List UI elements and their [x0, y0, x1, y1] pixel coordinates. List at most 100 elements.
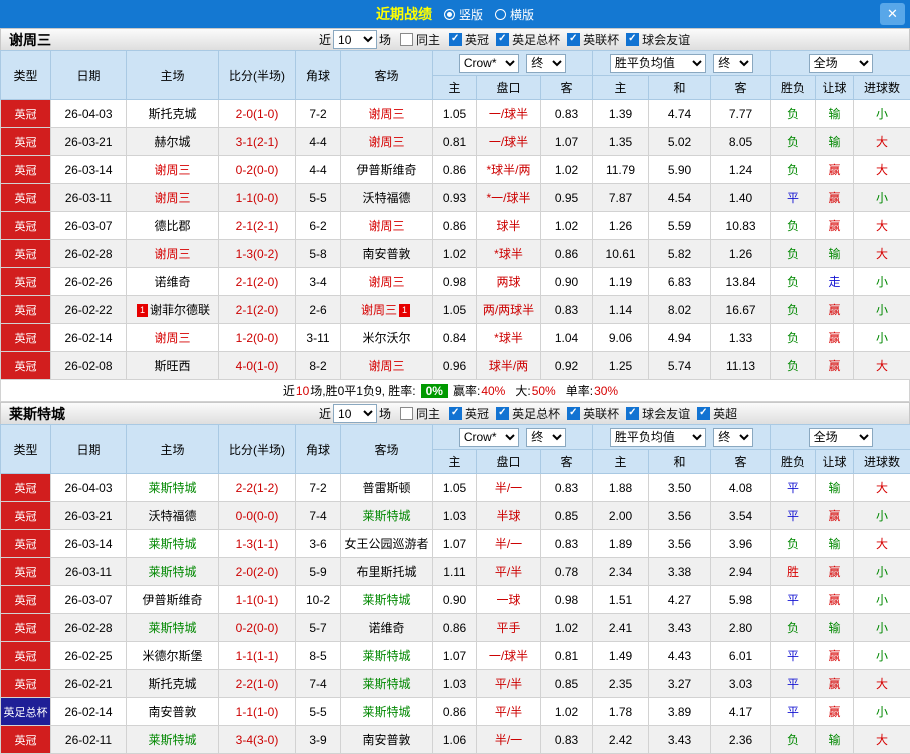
league-filter-英冠[interactable]: 英冠 — [449, 405, 489, 422]
col-type: 类型 — [1, 51, 51, 100]
league-checkbox[interactable] — [697, 407, 710, 420]
team-section: 谢周三 近 10 场 同主 英冠英足总杯英联杯球会友谊 — [0, 28, 910, 402]
league-filter-英足总杯[interactable]: 英足总杯 — [496, 31, 560, 48]
match-count-select[interactable]: 10 — [333, 30, 377, 49]
avg-home: 1.49 — [593, 642, 649, 670]
corner-score: 8-5 — [296, 642, 341, 670]
same-home-checkbox[interactable] — [400, 407, 413, 420]
away-team-name: 莱斯特城 — [362, 705, 410, 719]
home-team-name: 莱斯特城 — [148, 481, 196, 495]
match-row: 英冠26-03-21沃特福德0-0(0-0)7-4莱斯特城1.03半球0.852… — [1, 502, 910, 530]
bookmaker-select[interactable]: Crow* — [459, 428, 519, 447]
result-wdl: 负 — [771, 614, 816, 642]
league-checkbox[interactable] — [449, 33, 462, 46]
away-team-name: 普雷斯顿 — [362, 481, 410, 495]
league-checkbox[interactable] — [496, 33, 509, 46]
odds-away: 0.83 — [541, 296, 593, 324]
league-filter-英冠[interactable]: 英冠 — [449, 31, 489, 48]
avg-home: 11.79 — [593, 156, 649, 184]
match-type: 英冠 — [1, 614, 51, 642]
match-type: 英冠 — [1, 558, 51, 586]
avg-draw: 3.43 — [649, 614, 711, 642]
odds-away: 1.02 — [541, 212, 593, 240]
avg-away: 1.33 — [711, 324, 771, 352]
match-row: 英冠26-03-07伊普斯维奇1-1(0-1)10-2莱斯特城0.90一球0.9… — [1, 586, 910, 614]
match-score: 0-2(0-0) — [219, 614, 296, 642]
match-date: 26-02-08 — [51, 352, 127, 380]
league-filter-英超[interactable]: 英超 — [697, 405, 737, 422]
avg-draw: 5.90 — [649, 156, 711, 184]
league-checkbox[interactable] — [567, 33, 580, 46]
avg-home: 1.14 — [593, 296, 649, 324]
odds-final-select[interactable]: 终 — [526, 428, 566, 447]
home-team-name: 莱斯特城 — [148, 733, 196, 747]
same-home-filter[interactable]: 同主 — [400, 405, 440, 422]
match-date: 26-02-22 — [51, 296, 127, 324]
avg-final-select[interactable]: 终 — [713, 428, 753, 447]
avg-away: 1.24 — [711, 156, 771, 184]
result-wdl: 负 — [771, 324, 816, 352]
league-checkbox[interactable] — [496, 407, 509, 420]
avg-home: 1.88 — [593, 474, 649, 502]
match-date: 26-03-21 — [51, 128, 127, 156]
avg-type-select[interactable]: 胜平负均值 — [610, 428, 706, 447]
result-wdl: 负 — [771, 726, 816, 754]
result-goals: 大 — [854, 128, 910, 156]
home-team: 莱斯特城 — [127, 530, 219, 558]
away-team-name: 沃特福德 — [362, 191, 410, 205]
odds-away: 0.86 — [541, 240, 593, 268]
match-type: 英冠 — [1, 268, 51, 296]
col-result-handicap: 让球 — [816, 450, 854, 474]
odds-home: 1.06 — [433, 726, 477, 754]
odds-home: 1.07 — [433, 642, 477, 670]
odds-final-select[interactable]: 终 — [526, 54, 566, 73]
same-home-checkbox[interactable] — [400, 33, 413, 46]
league-checkbox[interactable] — [449, 407, 462, 420]
match-row: 英冠26-02-11莱斯特城3-4(3-0)3-9南安普敦1.06半/一0.83… — [1, 726, 910, 754]
match-type: 英冠 — [1, 212, 51, 240]
layout-option-horizontal[interactable]: 横版 — [495, 6, 534, 23]
league-checkbox[interactable] — [567, 407, 580, 420]
result-goals: 小 — [854, 324, 910, 352]
horizontal-label: 横版 — [510, 6, 534, 23]
bookmaker-select[interactable]: Crow* — [459, 54, 519, 73]
avg-draw: 3.38 — [649, 558, 711, 586]
avg-final-select[interactable]: 终 — [713, 54, 753, 73]
close-button[interactable]: ✕ — [880, 3, 905, 25]
away-team-name: 米尔沃尔 — [362, 331, 410, 345]
result-handicap: 赢 — [816, 502, 854, 530]
avg-home: 9.06 — [593, 324, 649, 352]
avg-draw: 4.27 — [649, 586, 711, 614]
avg-away: 1.40 — [711, 184, 771, 212]
league-filter-英联杯[interactable]: 英联杯 — [567, 31, 619, 48]
corner-score: 5-8 — [296, 240, 341, 268]
odds-handicap: 半/一 — [477, 726, 541, 754]
avg-home: 7.87 — [593, 184, 649, 212]
result-goals: 小 — [854, 558, 910, 586]
league-filter-球会友谊[interactable]: 球会友谊 — [626, 31, 690, 48]
match-score: 4-0(1-0) — [219, 352, 296, 380]
league-filter-英足总杯[interactable]: 英足总杯 — [496, 405, 560, 422]
summary-win-rate-badge: 0% — [421, 384, 448, 398]
odds-handicap: 两/两球半 — [477, 296, 541, 324]
odds-away: 0.98 — [541, 586, 593, 614]
league-checkbox[interactable] — [626, 33, 639, 46]
league-filter-英联杯[interactable]: 英联杯 — [567, 405, 619, 422]
layout-option-vertical[interactable]: 竖版 — [444, 6, 483, 23]
match-count-select[interactable]: 10 — [333, 404, 377, 423]
league-filter-球会友谊[interactable]: 球会友谊 — [626, 405, 690, 422]
league-checkbox[interactable] — [626, 407, 639, 420]
avg-type-select[interactable]: 胜平负均值 — [610, 54, 706, 73]
same-home-filter[interactable]: 同主 — [400, 31, 440, 48]
home-team: 莱斯特城 — [127, 558, 219, 586]
away-team-name: 谢周三 — [368, 135, 404, 149]
col-avg-home: 主 — [593, 76, 649, 100]
filter-bar: 近 10 场 同主 英冠英足总杯英联杯球会友谊英超 — [317, 404, 739, 423]
match-row: 英冠26-02-08斯旺西4-0(1-0)8-2谢周三0.96球半/两0.921… — [1, 352, 910, 380]
home-team-name: 莱斯特城 — [148, 537, 196, 551]
scope-select[interactable]: 全场 — [809, 428, 873, 447]
league-label: 球会友谊 — [642, 31, 690, 48]
scope-select[interactable]: 全场 — [809, 54, 873, 73]
result-goals: 小 — [854, 296, 910, 324]
col-home: 主场 — [127, 425, 219, 474]
